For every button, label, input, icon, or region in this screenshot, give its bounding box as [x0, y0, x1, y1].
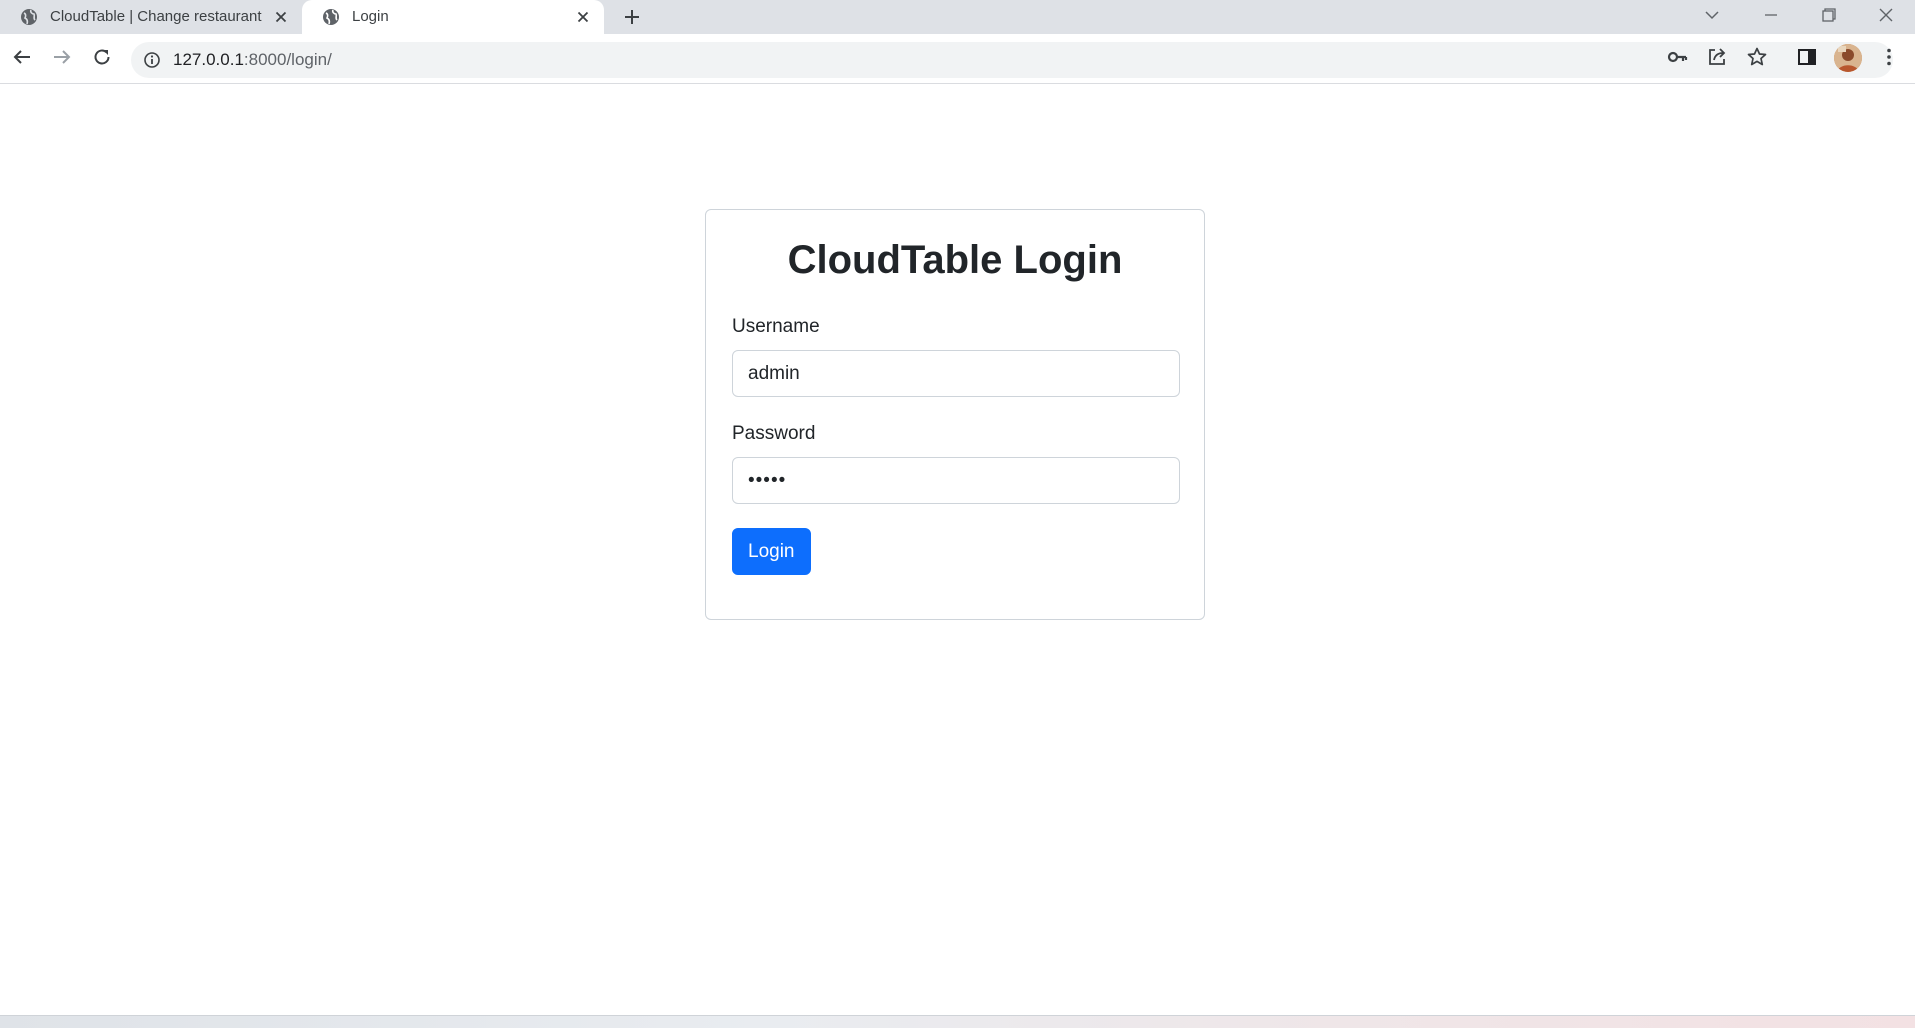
url-host: 127.0.0.1 — [173, 50, 244, 69]
tab-login[interactable]: Login — [302, 0, 604, 34]
username-field[interactable] — [732, 350, 1180, 397]
profile-avatar-icon — [1834, 44, 1862, 72]
username-label: Username — [732, 316, 820, 337]
password-label: Password — [732, 423, 816, 444]
kebab-menu-icon[interactable] — [1877, 45, 1901, 69]
new-tab-icon[interactable] — [620, 5, 644, 29]
tab-search-chevron-icon[interactable] — [1700, 4, 1724, 26]
globe-icon — [21, 9, 37, 25]
globe-icon — [323, 9, 339, 25]
restore-icon[interactable] — [1816, 4, 1840, 26]
login-button[interactable]: Login — [732, 528, 811, 575]
password-field[interactable] — [732, 457, 1180, 504]
side-panel-icon[interactable] — [1795, 45, 1819, 69]
page-title: CloudTable Login — [787, 238, 1123, 282]
info-icon[interactable] — [143, 51, 161, 69]
close-icon[interactable] — [574, 8, 592, 26]
url-path: :8000/login/ — [243, 50, 332, 69]
arrow-left-icon[interactable] — [10, 45, 34, 69]
close-icon[interactable] — [272, 8, 290, 26]
tab-title: Login — [352, 8, 389, 25]
browser-toolbar: 127.0.0.1:8000/login/ — [0, 34, 1915, 84]
tab-title: CloudTable | Change restaurant | — [50, 8, 265, 25]
tab-strip: CloudTable | Change restaurant | Login — [0, 0, 1915, 34]
window-close-icon[interactable] — [1874, 4, 1898, 26]
key-icon[interactable] — [1665, 45, 1689, 69]
share-icon[interactable] — [1705, 45, 1729, 69]
star-icon[interactable] — [1745, 45, 1769, 69]
avatar[interactable] — [1834, 44, 1862, 72]
url-text[interactable]: 127.0.0.1:8000/login/ — [173, 50, 332, 70]
login-card: CloudTable Login Username Password Login — [705, 209, 1205, 620]
minimize-icon[interactable] — [1759, 4, 1783, 26]
page-content: CloudTable Login Username Password Login — [0, 85, 1915, 1015]
arrow-right-icon[interactable] — [50, 45, 74, 69]
address-bar[interactable]: 127.0.0.1:8000/login/ — [131, 42, 1893, 78]
tab-change-restaurant[interactable]: CloudTable | Change restaurant | — [0, 0, 302, 34]
taskbar — [0, 1015, 1915, 1028]
reload-icon[interactable] — [90, 45, 114, 69]
